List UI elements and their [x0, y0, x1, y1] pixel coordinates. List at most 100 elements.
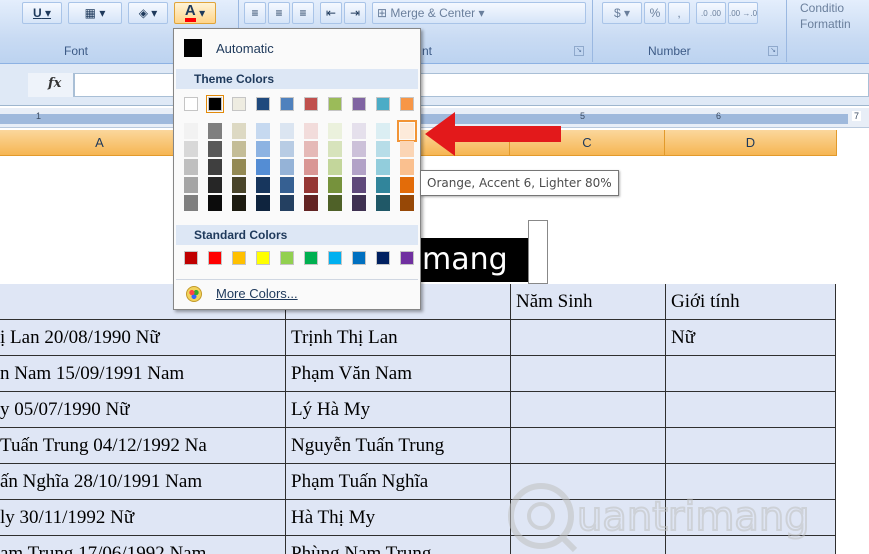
theme-color-swatch[interactable] — [400, 97, 414, 111]
comma-style-button[interactable]: , — [668, 2, 690, 24]
standard-color-swatch[interactable] — [184, 251, 198, 265]
raw-data-cell[interactable]: ấn Nghĩa 28/10/1991 Nam — [0, 464, 286, 500]
standard-color-swatch[interactable] — [376, 251, 390, 265]
raw-data-cell[interactable]: n Nam 15/09/1991 Nam — [0, 356, 286, 392]
theme-color-swatch[interactable] — [256, 97, 270, 111]
theme-shade-swatch[interactable] — [232, 141, 246, 157]
theme-shade-swatch[interactable] — [304, 159, 318, 175]
name-cell[interactable]: Nguyễn Tuấn Trung — [286, 428, 511, 464]
theme-shade-swatch[interactable] — [208, 123, 222, 139]
theme-shade-swatch[interactable] — [328, 177, 342, 193]
theme-shade-swatch[interactable] — [376, 159, 390, 175]
standard-color-swatch[interactable] — [328, 251, 342, 265]
align-right-button[interactable]: ≡ — [292, 2, 314, 24]
gender-cell[interactable] — [666, 392, 836, 428]
theme-shade-swatch[interactable] — [304, 177, 318, 193]
theme-color-swatch[interactable] — [184, 97, 198, 111]
insert-function-button[interactable]: fx — [28, 73, 74, 97]
theme-shade-swatch[interactable] — [232, 177, 246, 193]
theme-shade-swatch[interactable] — [208, 159, 222, 175]
standard-color-swatch[interactable] — [232, 251, 246, 265]
theme-shade-swatch[interactable] — [208, 141, 222, 157]
theme-shade-swatch[interactable] — [256, 123, 270, 139]
theme-shade-swatch[interactable] — [232, 195, 246, 211]
header-year[interactable]: Năm Sinh — [511, 284, 666, 320]
name-cell[interactable]: Phùng Nam Trung — [286, 536, 511, 554]
name-cell[interactable]: Lý Hà My — [286, 392, 511, 428]
theme-color-swatch[interactable] — [304, 97, 318, 111]
theme-shade-swatch[interactable] — [280, 159, 294, 175]
standard-color-swatch[interactable] — [400, 251, 414, 265]
column-header-a[interactable]: A — [0, 130, 200, 156]
theme-shade-swatch[interactable] — [208, 195, 222, 211]
gender-cell[interactable] — [666, 356, 836, 392]
standard-color-swatch[interactable] — [304, 251, 318, 265]
align-left-button[interactable]: ≡ — [244, 2, 266, 24]
theme-shade-swatch[interactable] — [376, 195, 390, 211]
theme-shade-swatch[interactable] — [232, 159, 246, 175]
raw-data-cell[interactable]: Tuấn Trung 04/12/1992 Na — [0, 428, 286, 464]
theme-shade-swatch[interactable] — [280, 177, 294, 193]
increase-decimal-button[interactable]: .0 .00 — [696, 2, 726, 24]
alignment-group-launcher[interactable]: ↘ — [574, 46, 584, 56]
theme-shade-swatch[interactable] — [184, 123, 198, 139]
theme-shade-swatch[interactable] — [184, 177, 198, 193]
theme-shade-swatch[interactable] — [352, 123, 366, 139]
theme-shade-swatch[interactable] — [376, 141, 390, 157]
theme-shade-swatch[interactable] — [328, 141, 342, 157]
number-group-launcher[interactable]: ↘ — [768, 46, 778, 56]
font-color-button[interactable]: A ▾ — [174, 2, 216, 24]
theme-shade-swatch[interactable] — [256, 141, 270, 157]
theme-shade-swatch[interactable] — [400, 177, 414, 193]
fill-color-button[interactable]: ◈ ▾ — [128, 2, 168, 24]
name-cell[interactable]: Phạm Tuấn Nghĩa — [286, 464, 511, 500]
theme-color-swatch[interactable] — [352, 97, 366, 111]
automatic-color-option[interactable]: Automatic — [176, 31, 418, 65]
theme-shade-swatch[interactable] — [400, 141, 414, 157]
standard-color-swatch[interactable] — [208, 251, 222, 265]
theme-color-swatch[interactable] — [280, 97, 294, 111]
decrease-indent-button[interactable]: ⇤ — [320, 2, 342, 24]
column-header-d[interactable]: D — [665, 130, 837, 156]
align-center-button[interactable]: ≡ — [268, 2, 290, 24]
name-cell[interactable]: Hà Thị My — [286, 500, 511, 536]
theme-color-swatch[interactable] — [376, 97, 390, 111]
theme-shade-swatch[interactable] — [304, 141, 318, 157]
raw-data-cell[interactable]: ị Lan 20/08/1990 Nữ — [0, 320, 286, 356]
borders-button[interactable]: ▦ ▾ — [68, 2, 122, 24]
theme-shade-swatch[interactable] — [376, 177, 390, 193]
theme-shade-swatch[interactable] — [376, 123, 390, 139]
theme-color-swatch[interactable] — [206, 95, 224, 113]
theme-shade-swatch[interactable] — [352, 177, 366, 193]
theme-shade-swatch[interactable] — [256, 195, 270, 211]
gender-cell[interactable] — [666, 428, 836, 464]
raw-data-cell[interactable]: ly 30/11/1992 Nữ — [0, 500, 286, 536]
raw-data-cell[interactable]: y 05/07/1990 Nữ — [0, 392, 286, 428]
theme-shade-swatch[interactable] — [400, 195, 414, 211]
gender-cell[interactable]: Nữ — [666, 320, 836, 356]
theme-shade-swatch[interactable] — [397, 120, 417, 142]
theme-shade-swatch[interactable] — [352, 159, 366, 175]
theme-shade-swatch[interactable] — [400, 159, 414, 175]
theme-shade-swatch[interactable] — [184, 141, 198, 157]
title-cell[interactable]: mang — [418, 220, 550, 284]
theme-shade-swatch[interactable] — [304, 123, 318, 139]
currency-button[interactable]: $ ▾ — [602, 2, 642, 24]
theme-shade-swatch[interactable] — [184, 159, 198, 175]
theme-shade-swatch[interactable] — [328, 123, 342, 139]
standard-color-swatch[interactable] — [352, 251, 366, 265]
theme-shade-swatch[interactable] — [280, 195, 294, 211]
theme-shade-swatch[interactable] — [304, 195, 318, 211]
underline-button[interactable]: U ▾ — [22, 2, 62, 24]
theme-color-swatch[interactable] — [328, 97, 342, 111]
header-gender[interactable]: Giới tính — [666, 284, 836, 320]
theme-shade-swatch[interactable] — [256, 177, 270, 193]
year-cell[interactable] — [511, 428, 666, 464]
theme-color-swatch[interactable] — [232, 97, 246, 111]
theme-shade-swatch[interactable] — [232, 123, 246, 139]
theme-shade-swatch[interactable] — [328, 195, 342, 211]
name-cell[interactable]: Phạm Văn Nam — [286, 356, 511, 392]
theme-shade-swatch[interactable] — [328, 159, 342, 175]
year-cell[interactable] — [511, 392, 666, 428]
theme-shade-swatch[interactable] — [184, 195, 198, 211]
